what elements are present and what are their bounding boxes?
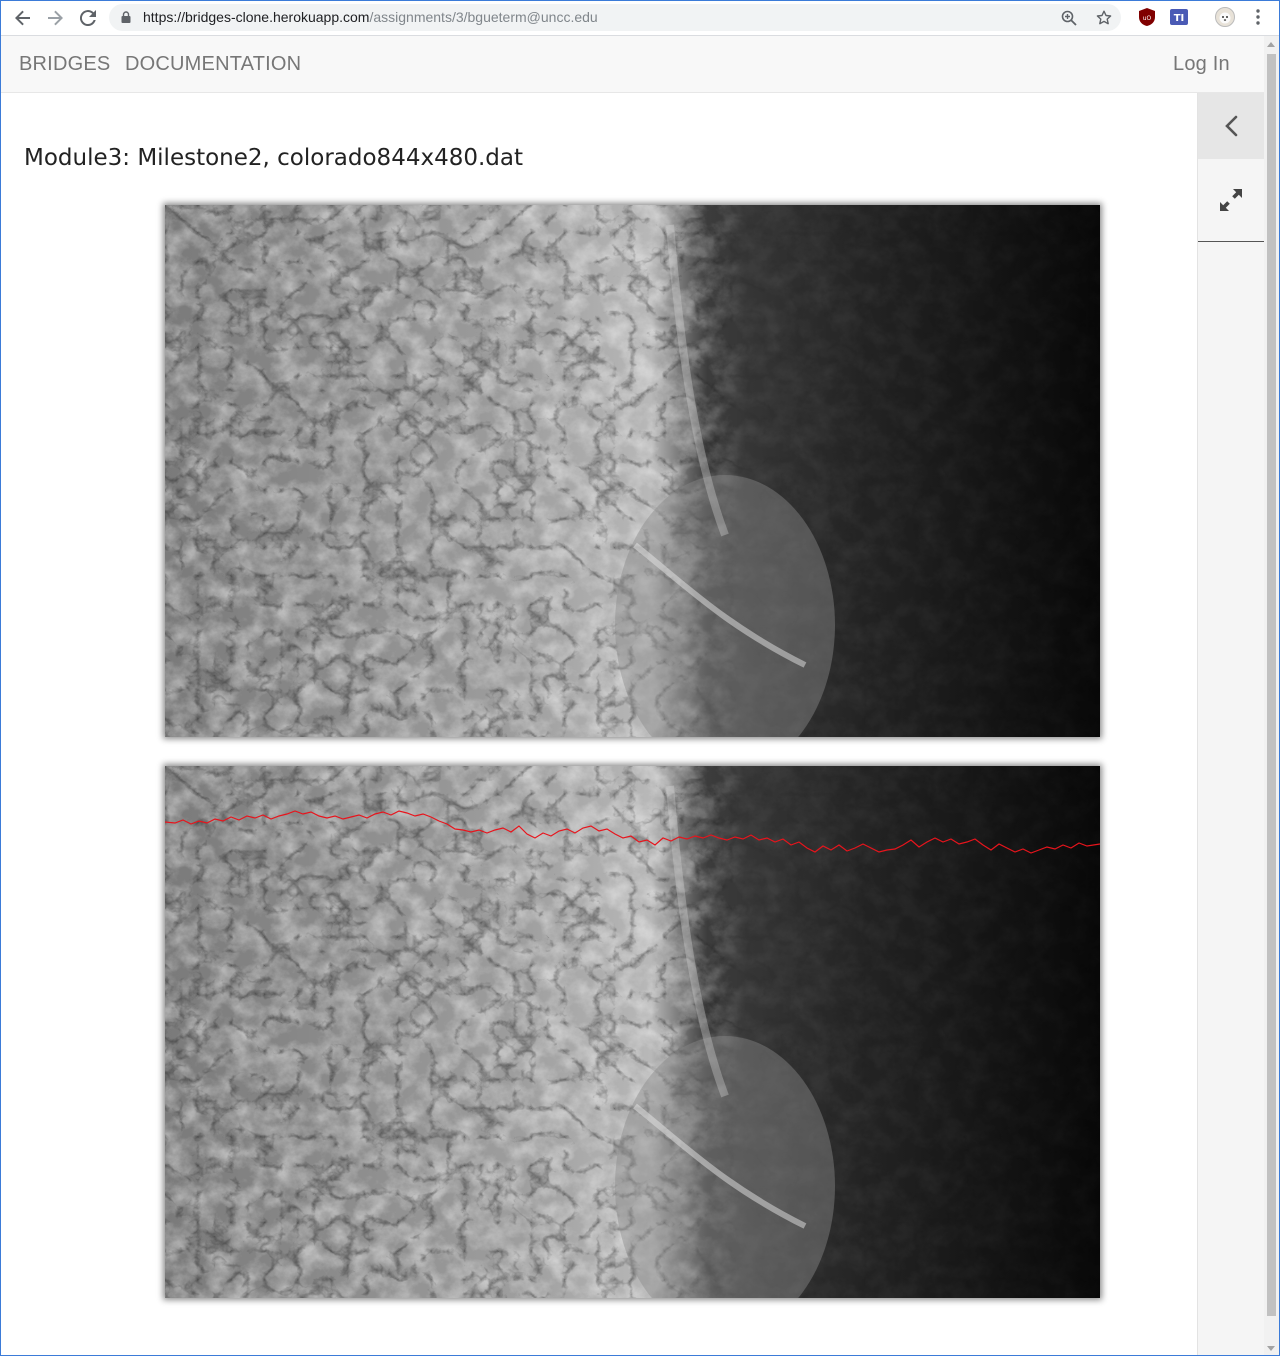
browser-toolbar: https://bridges-clone.herokuapp.com/assi… [1, 1, 1279, 36]
scroll-up-icon[interactable] [1267, 42, 1275, 47]
url-host: https://bridges-clone.herokuapp.com [143, 9, 370, 25]
side-panel [1197, 93, 1264, 1355]
zoom-icon[interactable] [1059, 8, 1079, 28]
scroll-down-icon[interactable] [1267, 1346, 1275, 1351]
collapse-panel-button[interactable] [1198, 93, 1264, 159]
svg-text:ΤΙ: ΤΙ [1174, 13, 1185, 24]
elevation-map-path-image [165, 766, 1100, 1298]
browser-window: https://bridges-clone.herokuapp.com/assi… [0, 0, 1280, 1356]
bookmark-star-icon[interactable] [1094, 8, 1114, 28]
profile-avatar[interactable] [1215, 7, 1235, 27]
lock-icon [121, 11, 131, 23]
svg-text:uO: uO [1143, 15, 1152, 22]
expand-arrows-icon [1220, 189, 1242, 211]
reload-icon[interactable] [76, 6, 100, 30]
brand-link[interactable]: BRIDGES [19, 53, 110, 76]
elevation-grid-path-view[interactable] [165, 766, 1100, 1298]
app-navbar: BRIDGES DOCUMENTATION Log In [1, 36, 1279, 93]
url-path: /assignments/3/bgueterm@uncc.edu [369, 9, 598, 25]
elevation-map-image [165, 205, 1100, 737]
back-icon[interactable] [11, 6, 35, 30]
elevation-grid-view[interactable] [165, 205, 1100, 737]
login-link[interactable]: Log In [1173, 53, 1230, 76]
forward-icon[interactable] [43, 6, 67, 30]
page-scrollbar[interactable] [1264, 36, 1279, 1355]
url-text: https://bridges-clone.herokuapp.com/assi… [143, 9, 598, 25]
ublock-extension-icon[interactable]: uO [1137, 7, 1157, 27]
extension-icon[interactable]: ΤΙ [1169, 7, 1189, 27]
documentation-link[interactable]: DOCUMENTATION [125, 53, 301, 76]
fullscreen-button[interactable] [1198, 159, 1264, 242]
more-menu-icon[interactable] [1248, 7, 1268, 27]
chevron-left-icon [1225, 115, 1238, 137]
page-title: Module3: Milestone2, colorado844x480.dat [24, 145, 523, 171]
scroll-thumb[interactable] [1267, 54, 1276, 1316]
address-bar[interactable]: https://bridges-clone.herokuapp.com/assi… [109, 4, 1121, 31]
